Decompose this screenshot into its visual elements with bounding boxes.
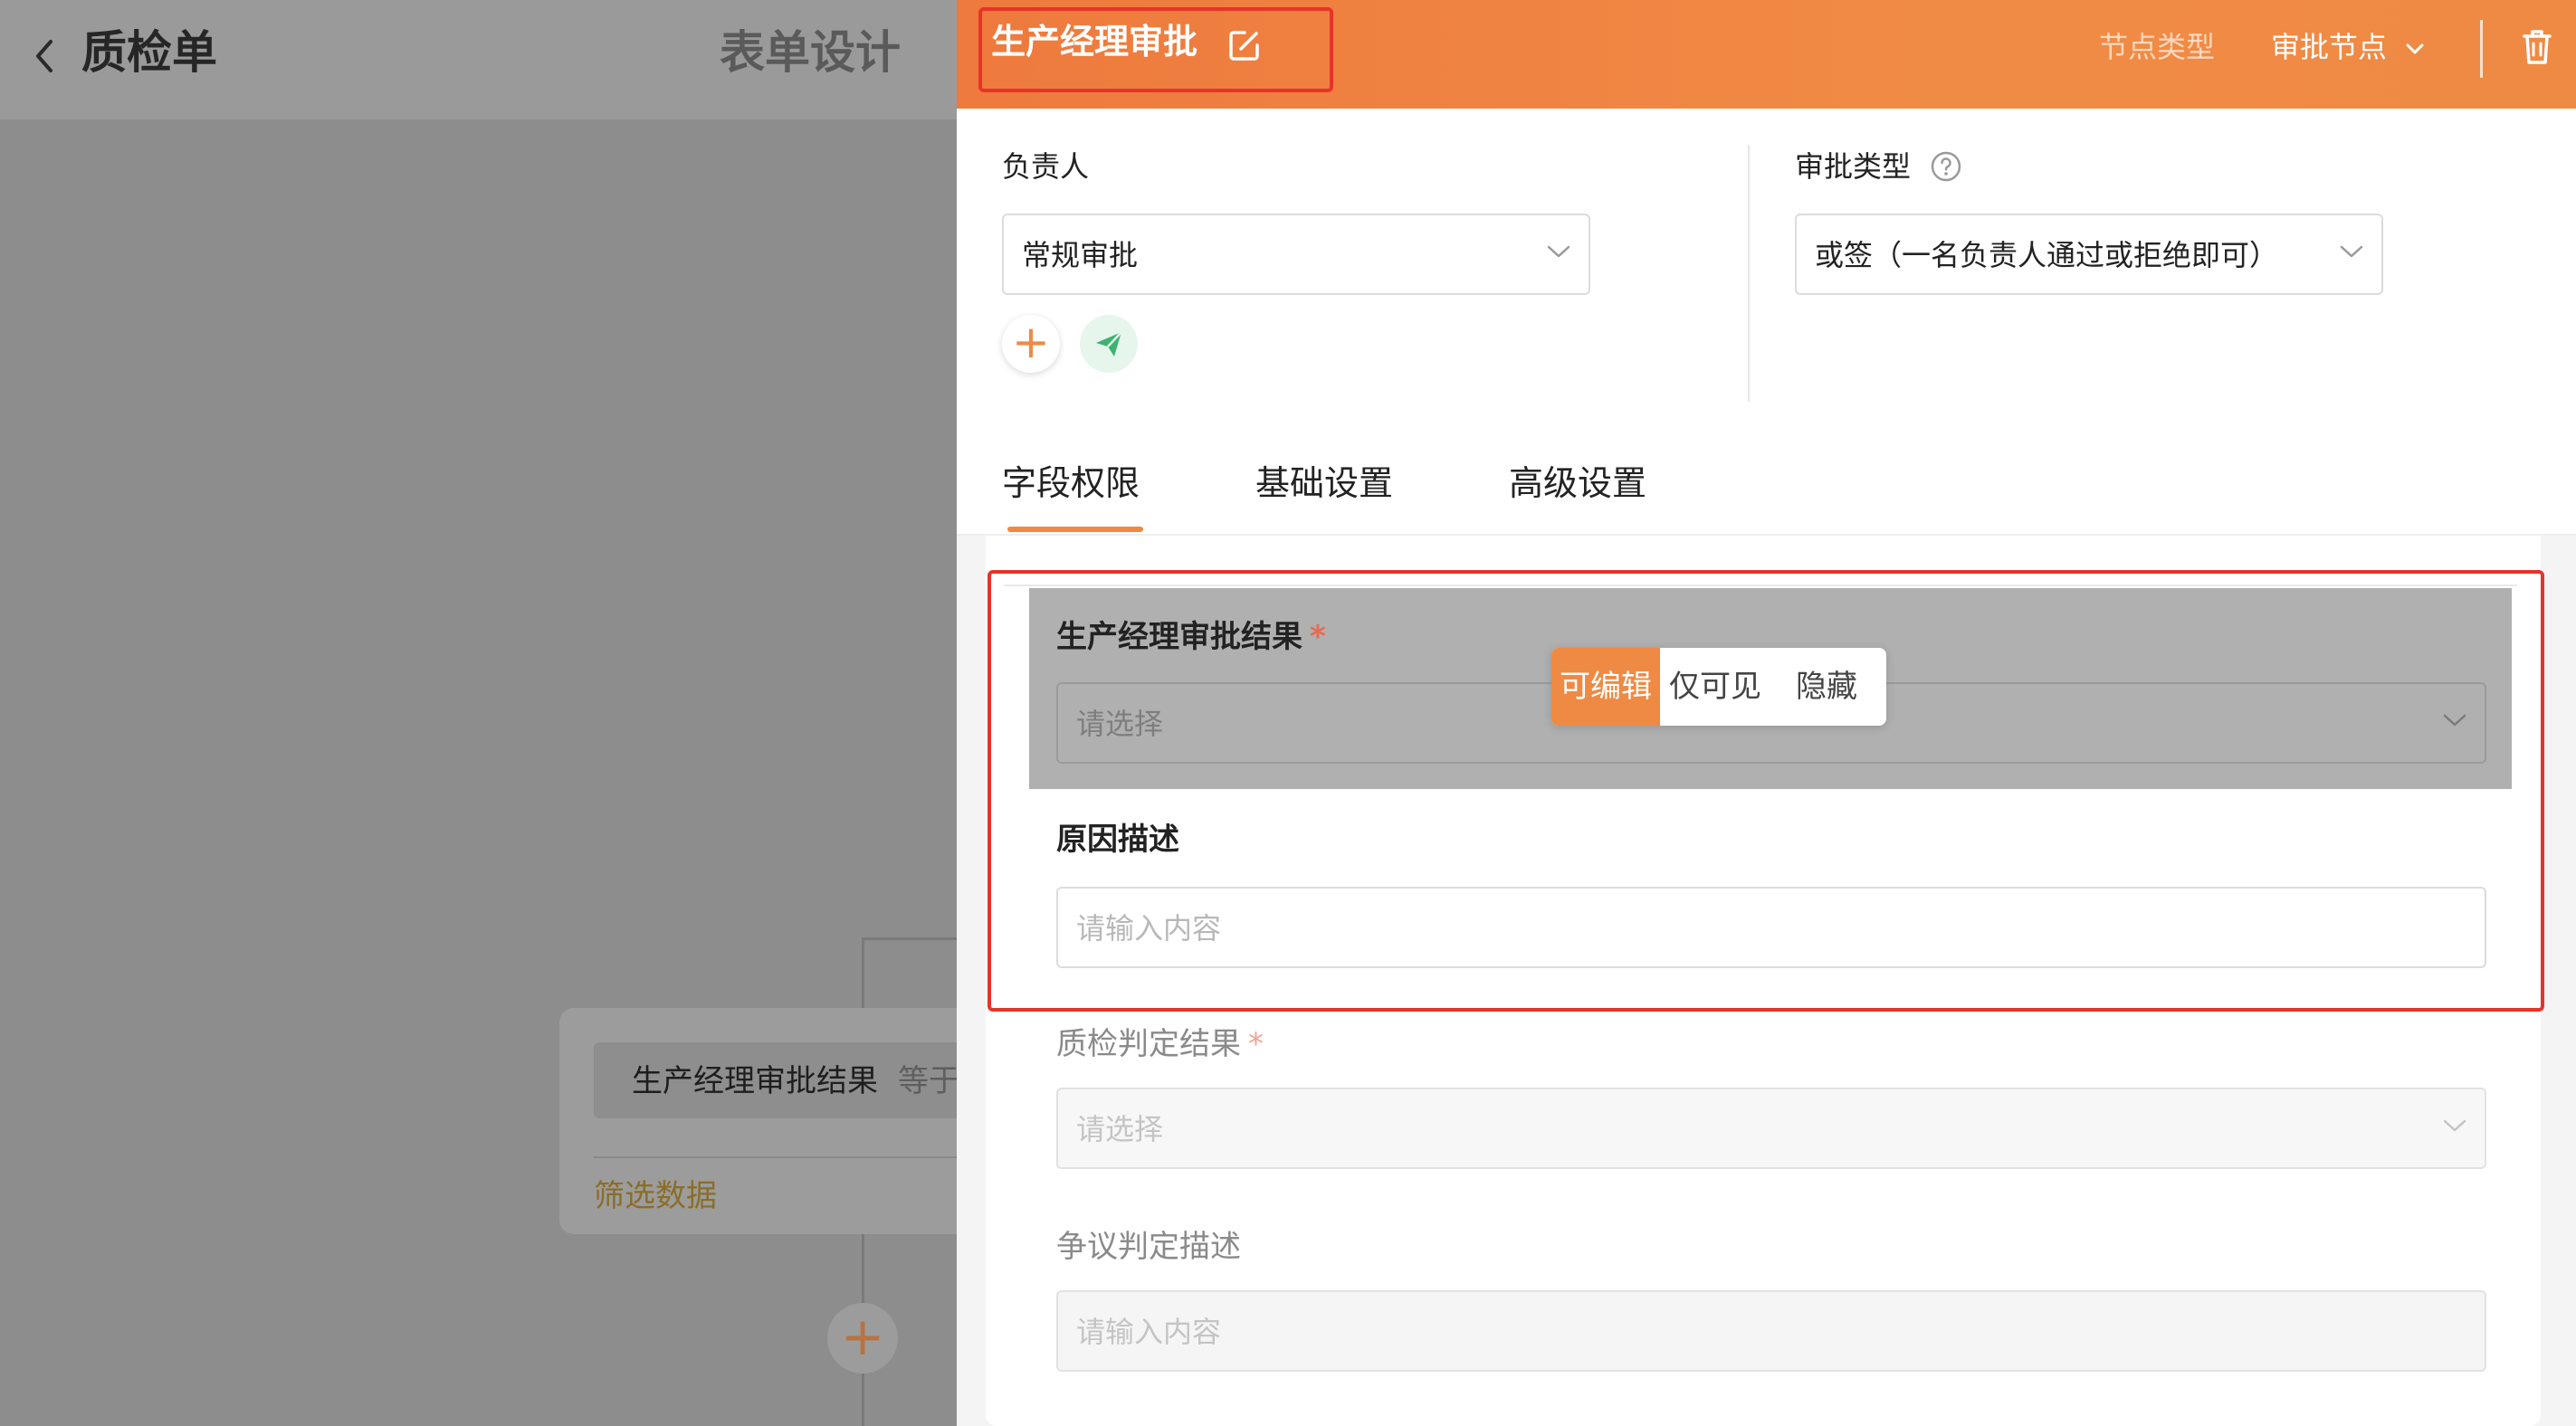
flow-connector — [862, 937, 961, 940]
tab-advanced-settings[interactable]: 高级设置 — [1509, 452, 1646, 514]
trash-icon[interactable] — [2519, 27, 2555, 67]
chevron-down-icon — [2443, 1119, 2466, 1132]
tab-field-permissions[interactable]: 字段权限 — [1002, 452, 1140, 514]
condition-operator: 等于 — [898, 1063, 959, 1099]
node-title[interactable]: 生产经理审批 — [991, 18, 1197, 65]
permission-segmented-control: 可编辑 仅可见 隐藏 — [1551, 648, 1886, 726]
card-divider — [594, 1156, 974, 1158]
permission-view-only[interactable]: 仅可见 — [1660, 648, 1770, 726]
assignee-label: 负责人 — [1002, 149, 1090, 184]
edit-icon[interactable] — [1226, 27, 1263, 63]
field-label: 争议判定描述 — [1056, 1229, 1241, 1265]
filter-data-link[interactable]: 筛选数据 — [594, 1176, 717, 1216]
node-type-label: 节点类型 — [2099, 30, 2216, 64]
approval-type-value: 或签（一名负责人通过或拒绝即可） — [1815, 238, 2279, 272]
select-placeholder: 请选择 — [1076, 1112, 1164, 1146]
header-divider — [2480, 20, 2483, 78]
input-placeholder: 请输入内容 — [1076, 1315, 1222, 1349]
assignee-select[interactable]: 常规审批 — [1002, 214, 1590, 295]
chevron-down-icon — [2340, 245, 2363, 258]
required-mark: * — [1248, 1026, 1264, 1062]
question-circle-icon[interactable] — [1930, 150, 1962, 183]
send-icon — [1096, 331, 1122, 356]
active-tab-indicator — [1007, 527, 1143, 532]
permission-hidden[interactable]: 隐藏 — [1770, 648, 1883, 726]
page-title: 质检单 — [81, 26, 217, 79]
tab-form-design[interactable]: 表单设计 — [720, 25, 901, 80]
assignee-value: 常规审批 — [1022, 238, 1139, 272]
highlight-frame — [987, 570, 2544, 1012]
field-text-input[interactable]: 请输入内容 — [1056, 1290, 2486, 1372]
tab-basic-settings[interactable]: 基础设置 — [1255, 452, 1393, 514]
back-icon[interactable] — [31, 36, 67, 81]
permission-editable[interactable]: 可编辑 — [1551, 648, 1660, 726]
approval-type-label: 审批类型 — [1795, 149, 1912, 184]
add-approver-button[interactable]: + — [1002, 315, 1060, 373]
add-node-button[interactable]: + — [827, 1303, 898, 1374]
designer-header: 质检单 表单设计 — [0, 0, 959, 119]
chevron-down-icon — [1547, 245, 1570, 258]
node-type-dropdown[interactable]: 审批节点 — [2271, 27, 2425, 67]
condition-row: 生产经理审批结果 等于 — [594, 1042, 974, 1118]
field-label: 质检判定结果 * — [1056, 1026, 1264, 1062]
approval-type-select[interactable]: 或签（一名负责人通过或拒绝即可） — [1795, 214, 2383, 295]
section-divider — [1748, 145, 1750, 402]
flow-connector — [862, 937, 864, 1010]
flow-connector — [862, 1234, 864, 1303]
node-type-value: 审批节点 — [2271, 30, 2388, 64]
cc-button[interactable] — [1080, 315, 1138, 373]
flow-connector — [862, 1374, 864, 1426]
chevron-down-icon — [2406, 43, 2424, 54]
drawer-header: 生产经理审批 节点类型 审批节点 — [957, 0, 2576, 109]
field-select[interactable]: 请选择 — [1056, 1088, 2486, 1169]
condition-field: 生产经理审批结果 — [632, 1063, 878, 1099]
